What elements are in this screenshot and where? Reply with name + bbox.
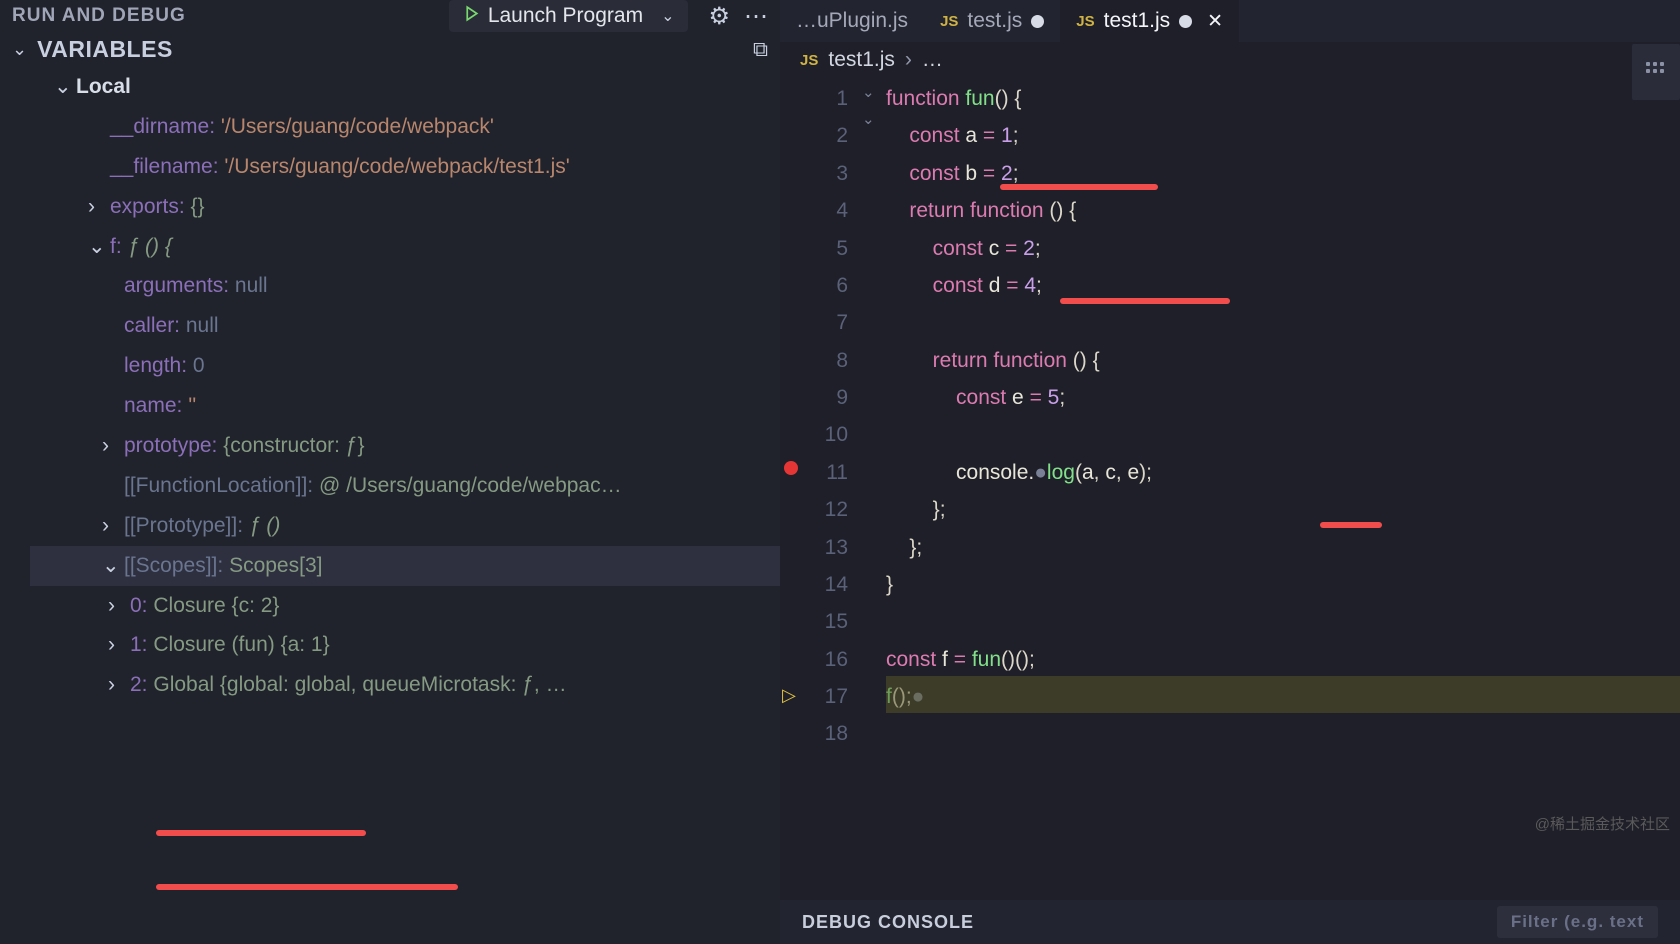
chevron-right-icon: › [905, 48, 912, 72]
breakpoint-icon[interactable] [784, 461, 798, 475]
dirty-icon [1031, 15, 1044, 28]
variable-row[interactable]: length: 0 [30, 346, 780, 386]
variable-row[interactable]: ⌄[[Scopes]]: Scopes[3] [30, 546, 780, 586]
editor-tabs: …uPlugin.js JStest.js JStest1.js✕ [780, 0, 1680, 42]
annotation-line [1000, 184, 1158, 190]
variable-row[interactable]: ›0: Closure {c: 2} [30, 586, 780, 626]
js-icon: JS [800, 52, 818, 69]
annotation-line [1060, 298, 1230, 304]
copy-icon[interactable]: ⧉ [753, 38, 768, 62]
current-line-arrow-icon: ▷ [782, 679, 796, 711]
close-icon[interactable]: ✕ [1207, 10, 1223, 33]
variable-row[interactable]: caller: null [30, 306, 780, 346]
variable-row[interactable]: name: '' [30, 386, 780, 426]
js-icon: JS [1076, 13, 1094, 30]
variable-row[interactable]: __filename: '/Users/guang/code/webpack/t… [30, 147, 780, 187]
code-content[interactable]: function fun() { const a = 1; const b = … [886, 80, 1152, 753]
breadcrumb-file: test1.js [828, 48, 895, 72]
launch-config-name: Launch Program [488, 4, 643, 28]
variable-row[interactable]: arguments: null [30, 266, 780, 306]
variables-section-header[interactable]: ⌄ VARIABLES ⧉ [0, 32, 780, 67]
line-gutter: 123456789101112131415161718 [780, 80, 862, 753]
debug-console-label: DEBUG CONSOLE [802, 912, 974, 933]
chevron-down-icon: ⌄ [661, 6, 674, 26]
variable-row[interactable]: ›2: Global {global: global, queueMicrota… [30, 665, 780, 705]
chevron-down-icon: ⌄ [12, 39, 27, 60]
debug-console-bar[interactable]: DEBUG CONSOLE Filter (e.g. text [780, 900, 1680, 944]
gear-icon[interactable]: ⚙ [708, 2, 730, 31]
annotation-line [156, 884, 458, 890]
breadcrumb-more: … [922, 48, 943, 72]
fold-gutter: ⌄⌄ [862, 80, 886, 753]
scope-local[interactable]: ⌄Local [30, 67, 780, 107]
tab-test[interactable]: JStest.js [924, 0, 1060, 42]
run-and-debug-label: RUN AND DEBUG [12, 5, 186, 27]
launch-config-selector[interactable]: Launch Program ⌄ [449, 0, 689, 32]
watermark: @稀土掘金技术社区 [1535, 813, 1670, 834]
variable-row[interactable]: ›[[Prototype]]: ƒ () [30, 506, 780, 546]
tab-uplugin[interactable]: …uPlugin.js [780, 0, 924, 42]
dirty-icon [1179, 15, 1192, 28]
tab-test1[interactable]: JStest1.js✕ [1060, 0, 1239, 42]
variable-row[interactable]: [[FunctionLocation]]: @ /Users/guang/cod… [30, 466, 780, 506]
more-icon[interactable]: ⋯ [744, 2, 768, 31]
annotation-line [156, 830, 366, 836]
annotation-line [1320, 522, 1382, 528]
variable-row[interactable]: __dirname: '/Users/guang/code/webpack' [30, 107, 780, 147]
variable-row[interactable]: ›exports: {} [30, 187, 780, 227]
code-editor[interactable]: ▷ 123456789101112131415161718 ⌄⌄ functio… [780, 78, 1680, 753]
variable-row[interactable]: ›1: Closure (fun) {a: 1} [30, 625, 780, 665]
play-icon [463, 5, 480, 27]
js-icon: JS [940, 13, 958, 30]
variable-row[interactable]: ⌄f: ƒ () { [30, 227, 780, 267]
variable-row[interactable]: ›prototype: {constructor: ƒ} [30, 426, 780, 466]
console-filter-input[interactable]: Filter (e.g. text [1497, 906, 1658, 938]
variables-title: VARIABLES [37, 36, 173, 63]
breadcrumb[interactable]: JS test1.js › … [780, 42, 1680, 78]
